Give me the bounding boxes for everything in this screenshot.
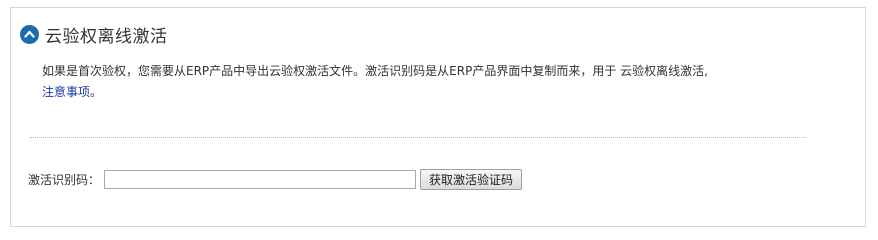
get-verification-code-button[interactable]: 获取激活验证码 xyxy=(420,168,523,190)
description-suffix: 。 xyxy=(90,85,103,99)
chevron-up-icon[interactable] xyxy=(20,24,39,44)
page: 云验权离线激活 如果是首次验权，您需要从ERP产品中导出云验权激活文件。激活识别… xyxy=(0,0,878,227)
section-header: 云验权离线激活 xyxy=(20,22,168,47)
dotted-divider xyxy=(30,137,806,138)
description: 如果是首次验权，您需要从ERP产品中导出云验权激活文件。激活识别码是从ERP产品… xyxy=(42,61,842,103)
activation-code-input[interactable] xyxy=(104,169,417,189)
notes-link[interactable]: 注意事项 xyxy=(42,85,90,99)
section-title: 云验权离线激活 xyxy=(45,26,168,47)
description-text: 如果是首次验权，您需要从ERP产品中导出云验权激活文件。激活识别码是从ERP产品… xyxy=(42,64,708,78)
activation-code-label: 激活识别码： xyxy=(28,172,101,187)
activation-code-form: 激活识别码： 获取激活验证码 xyxy=(28,168,523,190)
